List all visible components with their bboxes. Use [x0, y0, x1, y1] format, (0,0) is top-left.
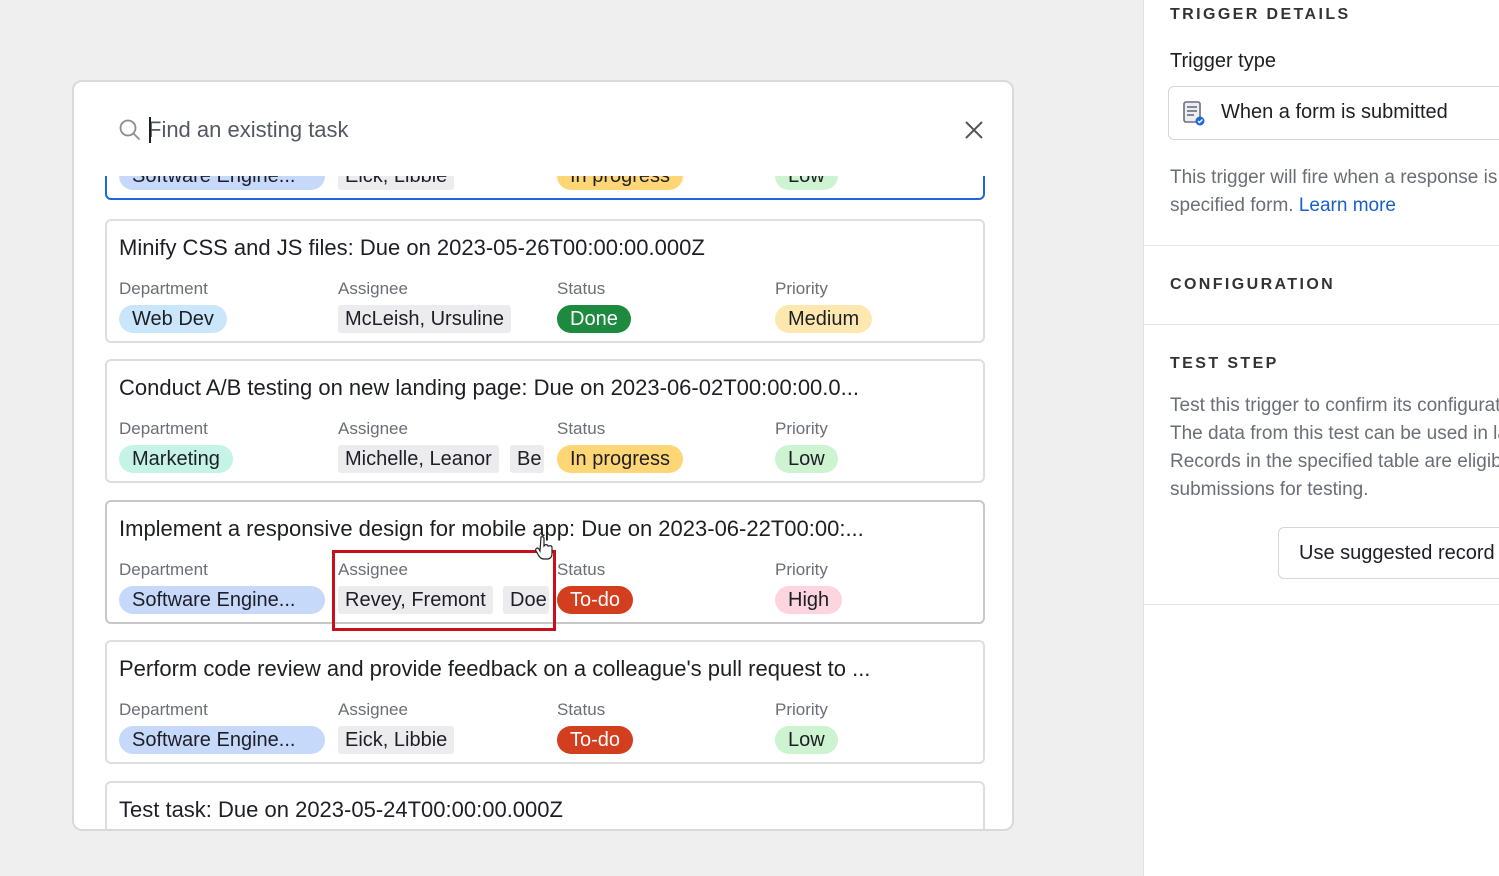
task-title: Perform code review and provide feedback…	[119, 656, 871, 681]
status-chip: To-do	[557, 586, 634, 614]
priority-chip: Low	[775, 445, 838, 473]
test-step-heading: TEST STEP	[1170, 355, 1279, 372]
priority-label: Priority	[775, 419, 828, 438]
divider	[1144, 245, 1499, 246]
test-step-text-line4: submissions for testing.	[1170, 479, 1369, 500]
trigger-details-panel: TRIGGER DETAILS Trigger type When a form…	[1143, 0, 1499, 876]
priority-label: Priority	[775, 700, 828, 719]
divider	[1144, 604, 1499, 605]
priority-chip: Medium	[775, 305, 873, 333]
test-step-text-line3: Records in the specified table are eligi…	[1170, 451, 1499, 472]
trigger-description-line1: This trigger will fire when a response i…	[1170, 167, 1499, 188]
trigger-type-value: When a form is submitted	[1221, 101, 1448, 123]
status-label: Status	[557, 279, 606, 298]
department-label: Department	[119, 560, 208, 579]
divider	[1144, 324, 1499, 325]
search-bar	[74, 82, 1012, 176]
status-label: Status	[557, 700, 606, 719]
task-title: Test task: Due on 2023-05-24T00:00:00.00…	[119, 797, 563, 822]
trigger-description-text: specified form.	[1170, 195, 1294, 216]
department-chip: Marketing	[119, 445, 233, 473]
task-card[interactable]: Minify CSS and JS files: Due on 2023-05-…	[105, 219, 985, 343]
assignee-label: Assignee	[338, 279, 408, 298]
priority-label: Priority	[775, 560, 828, 579]
department-label: Department	[119, 279, 208, 298]
close-button[interactable]	[960, 116, 988, 144]
assignee-label: Assignee	[338, 419, 408, 438]
assignee-chip: McLeish, Ursuline	[338, 305, 511, 333]
close-icon	[965, 121, 983, 139]
priority-label: Priority	[775, 279, 828, 298]
search-input[interactable]	[148, 112, 908, 148]
task-card[interactable]: Conduct A/B testing on new landing page:…	[105, 359, 985, 483]
task-title: Conduct A/B testing on new landing page:…	[119, 375, 859, 400]
pointer-cursor-icon	[535, 536, 553, 560]
use-suggested-record-button[interactable]: Use suggested record	[1278, 527, 1499, 579]
test-step-text-line2: The data from this test can be used in l…	[1170, 423, 1499, 444]
status-chip: In progress	[557, 445, 684, 473]
status-label: Status	[557, 560, 606, 579]
status-label: Status	[557, 419, 606, 438]
learn-more-link[interactable]: Learn more	[1299, 195, 1396, 216]
test-step-text-line1: Test this trigger to confirm its configu…	[1170, 395, 1499, 416]
assignee-chip: Eick, Libbie	[338, 726, 455, 754]
department-label: Department	[119, 700, 208, 719]
trigger-type-select[interactable]: When a form is submitted	[1168, 86, 1499, 140]
department-chip: Web Dev	[119, 305, 227, 333]
department-chip: Software Engine...	[119, 726, 325, 754]
task-list[interactable]: Software Engine... Eick, Libbie In progr…	[74, 82, 1012, 829]
task-card[interactable]: Perform code review and provide feedback…	[105, 640, 985, 764]
assignee-label: Assignee	[338, 700, 408, 719]
search-icon	[119, 119, 140, 140]
form-icon	[1183, 101, 1205, 126]
text-caret	[149, 117, 151, 143]
trigger-description-line2: specified form. Learn more	[1170, 192, 1396, 220]
task-card[interactable]: Test task: Due on 2023-05-24T00:00:00.00…	[105, 781, 985, 829]
status-chip: To-do	[557, 726, 634, 754]
task-title: Minify CSS and JS files: Due on 2023-05-…	[119, 235, 705, 260]
trigger-type-label: Trigger type	[1170, 50, 1276, 72]
assignee-chip-overflow: Be	[510, 445, 544, 473]
department-label: Department	[119, 419, 208, 438]
priority-chip: High	[775, 586, 843, 614]
department-chip: Software Engine...	[119, 586, 325, 614]
status-chip: Done	[557, 305, 631, 333]
assignee-chip: Michelle, Leanor	[338, 445, 499, 473]
configuration-heading[interactable]: CONFIGURATION	[1170, 276, 1335, 294]
find-task-modal: Software Engine... Eick, Libbie In progr…	[72, 80, 1014, 831]
trigger-details-heading: TRIGGER DETAILS	[1170, 6, 1351, 23]
priority-chip: Low	[775, 726, 838, 754]
assignee-highlight-annotation	[332, 550, 556, 631]
